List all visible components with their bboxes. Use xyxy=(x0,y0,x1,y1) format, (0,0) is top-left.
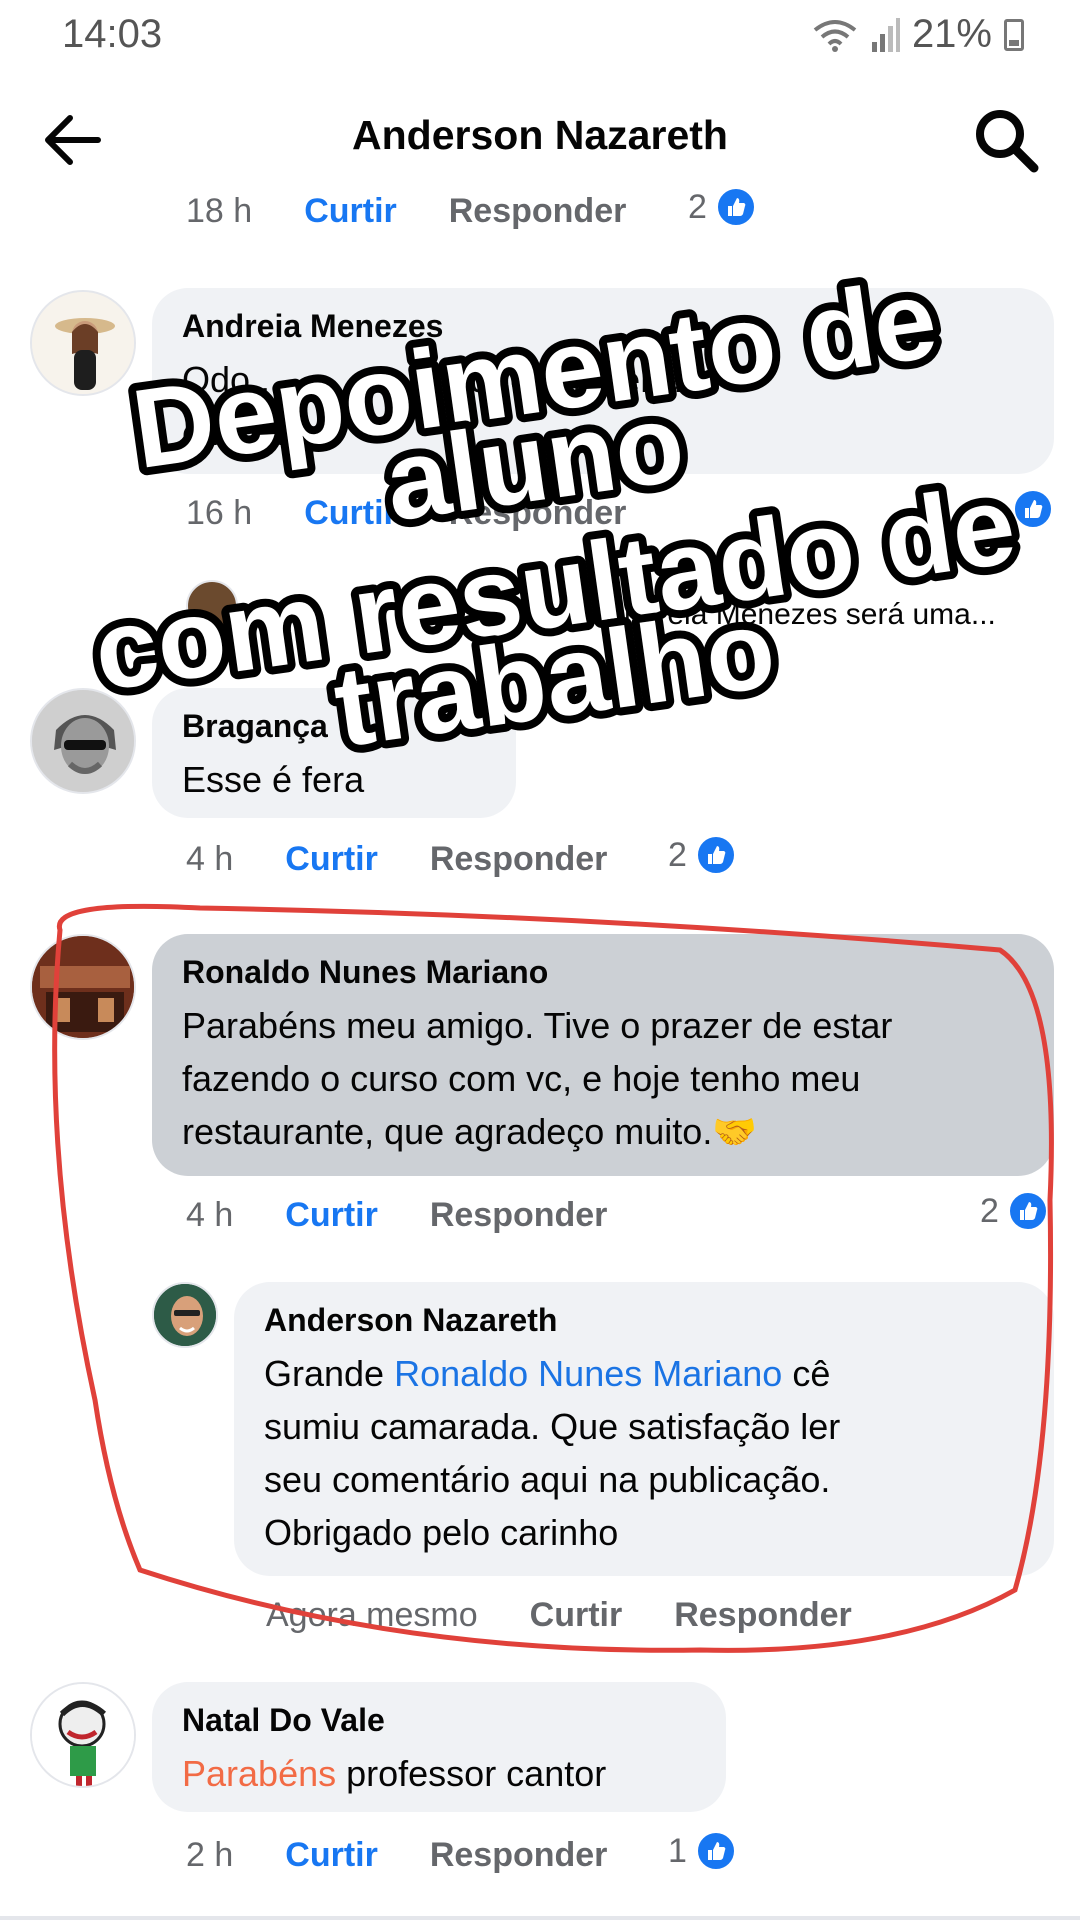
like-button[interactable]: Curtir xyxy=(285,840,378,879)
thumbs-up-icon xyxy=(1012,488,1054,530)
like-count xyxy=(1012,488,1054,530)
thumbs-up-icon xyxy=(1006,1190,1049,1232)
reply-button[interactable]: Responder xyxy=(449,192,627,231)
comment-text-line: Odo... xyxy=(182,359,281,400)
text-fragment: professor cantor xyxy=(336,1753,607,1794)
comment-text-line: sumiu camarada. Que satisfação ler xyxy=(264,1406,841,1447)
comment-text: Parabéns meu amigo. Tive o prazer de est… xyxy=(182,999,1024,1158)
comment-bubble: Natal Do Vale Parabéns professor cantor xyxy=(152,1682,726,1812)
comment-text: Odo... , quero fazer um c... vc.... xyxy=(182,353,1024,459)
comment-text-line: fazendo o curso com vc, e hoje tenho meu xyxy=(182,1058,861,1099)
header: Anderson Nazareth xyxy=(0,90,1080,190)
like-button[interactable]: Curtir xyxy=(285,1836,378,1875)
comment-text-line: Grande Ronaldo Nunes Mariano cê xyxy=(264,1347,1024,1400)
reply-button[interactable]: Responder xyxy=(430,840,608,879)
person-avatar-icon xyxy=(154,1284,216,1346)
like-count: 2 xyxy=(980,1190,1049,1232)
thumbs-up-icon xyxy=(694,1830,737,1872)
like-count-top: 2 xyxy=(688,186,757,228)
like-count: 1 xyxy=(668,1830,737,1872)
comment-author[interactable]: Anderson Nazareth xyxy=(264,1302,1024,1339)
avatar[interactable] xyxy=(186,580,238,632)
battery-percent: 21% xyxy=(911,12,992,56)
comment-meta: Agora mesmo Curtir Responder xyxy=(266,1596,852,1635)
comment-author[interactable]: Natal Do Vale xyxy=(182,1702,696,1739)
avatar[interactable] xyxy=(30,290,136,396)
highlighted-word: Parabéns xyxy=(182,1753,337,1794)
divider xyxy=(0,1916,1080,1920)
thumbs-up-icon xyxy=(714,186,757,228)
like-button[interactable]: Curtir xyxy=(285,1196,378,1235)
comment-meta: 4 h Curtir Responder xyxy=(186,840,607,879)
status-indicators: 21% xyxy=(812,12,1024,57)
comment-time: 18 h xyxy=(186,192,253,230)
reply-button[interactable]: Responder xyxy=(430,1196,608,1235)
signal-icon xyxy=(871,17,900,52)
battery-icon xyxy=(1004,18,1024,51)
comment-meta: 16 h Curtir Responder xyxy=(186,494,626,533)
comment-text-line: restaurante, que agradeço muito.🤝 xyxy=(182,1111,758,1152)
avatar[interactable] xyxy=(30,688,136,794)
thumbs-up-icon xyxy=(694,834,737,876)
comment-time: 2 h xyxy=(186,1836,234,1874)
reply-button[interactable]: Responder xyxy=(449,494,627,533)
like-button[interactable]: Curtir xyxy=(530,1596,623,1635)
comment-time: 4 h xyxy=(186,1196,234,1234)
avatar[interactable] xyxy=(152,1282,218,1348)
comment-text: Grande Ronaldo Nunes Mariano cê sumiu ca… xyxy=(264,1347,1024,1559)
comment-meta-top: 18 h Curtir Responder xyxy=(186,192,626,231)
wifi-icon xyxy=(813,19,857,52)
comment-meta: 4 h Curtir Responder xyxy=(186,1196,607,1235)
like-count-value: 2 xyxy=(688,187,707,226)
reply-bubble: Anderson Nazareth Grande Ronaldo Nunes M… xyxy=(234,1282,1054,1576)
comment-text-line: , quero fazer um xyxy=(450,359,713,400)
comment-meta: 2 h Curtir Responder xyxy=(186,1836,607,1875)
comment-bubble: Andreia Menezes Odo... , quero fazer um c… xyxy=(152,288,1054,474)
mention-link[interactable]: Ronaldo Nunes Mariano xyxy=(394,1353,782,1394)
comment-text-line: Parabéns meu amigo. Tive o prazer de est… xyxy=(182,1005,893,1046)
like-count-value: 2 xyxy=(980,1191,999,1230)
page-title: Anderson Nazareth xyxy=(352,112,728,158)
like-button[interactable]: Curtir xyxy=(304,494,397,533)
comment-author[interactable]: Bragança xyxy=(182,708,486,745)
text-fragment: cê xyxy=(782,1353,831,1394)
comment-text-line: c... vc.... xyxy=(182,412,317,453)
comment-time: 4 h xyxy=(186,840,234,878)
comment-text: Parabéns professor cantor xyxy=(182,1747,696,1800)
cartoon-avatar-icon xyxy=(32,1684,134,1786)
comment-author[interactable]: Andreia Menezes xyxy=(182,308,1024,345)
like-count-value: 2 xyxy=(668,835,687,874)
avatar[interactable] xyxy=(30,1682,136,1788)
comment-bubble: Bragança Esse é fera xyxy=(152,688,516,818)
reply-button[interactable]: Responder xyxy=(674,1596,852,1635)
comment-author[interactable]: Ronaldo Nunes Mariano xyxy=(182,954,1024,991)
person-avatar-icon xyxy=(32,690,134,792)
comment-time: 16 h xyxy=(186,494,253,532)
like-button[interactable]: Curtir xyxy=(304,192,397,231)
restaurant-avatar-icon xyxy=(32,936,134,1038)
like-count: 2 xyxy=(668,834,737,876)
reply-preview[interactable]: Andreia Menezes será uma... xyxy=(604,598,996,632)
search-icon xyxy=(976,110,1039,173)
status-time: 14:03 xyxy=(62,12,163,56)
like-count-value: 1 xyxy=(668,1831,687,1870)
person-avatar-icon xyxy=(32,292,134,394)
comment-time: Agora mesmo xyxy=(266,1596,478,1634)
status-bar: 14:03 21% xyxy=(0,0,1080,70)
avatar[interactable] xyxy=(30,934,136,1040)
comment-text: Esse é fera xyxy=(182,759,365,800)
comment-bubble-highlighted: Ronaldo Nunes Mariano Parabéns meu amigo… xyxy=(152,934,1054,1176)
text-fragment: Grande xyxy=(264,1353,395,1394)
comment-text-line: seu comentário aqui na publicação. xyxy=(264,1459,831,1500)
reply-button[interactable]: Responder xyxy=(430,1836,608,1875)
search-button[interactable] xyxy=(970,104,1042,176)
comment-text-line: Obrigado pelo carinho xyxy=(264,1512,619,1553)
